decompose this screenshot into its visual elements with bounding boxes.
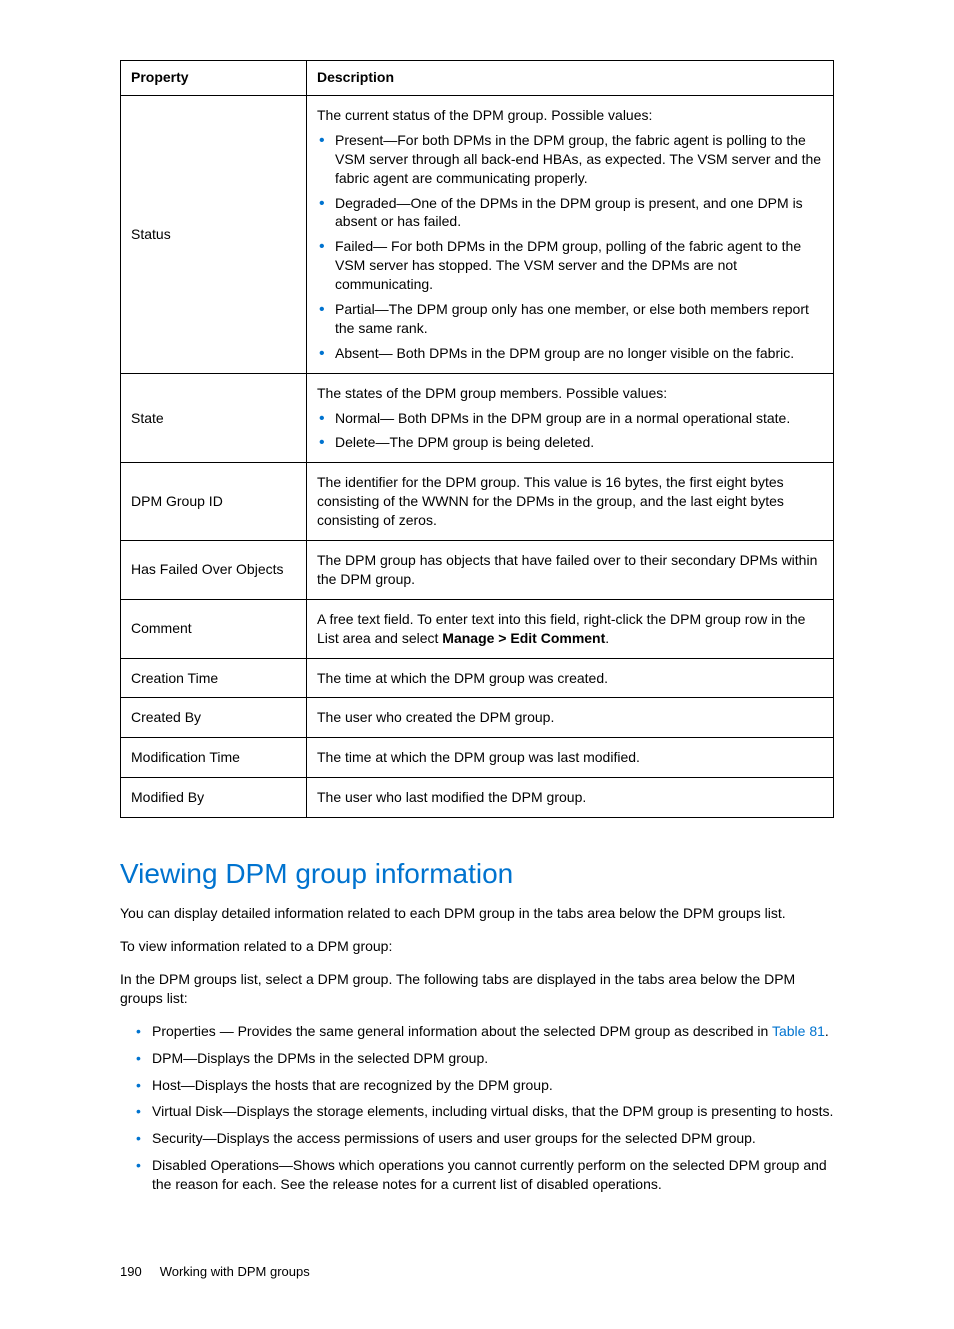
intro-text: The states of the DPM group members. Pos…	[317, 385, 667, 401]
list-item: Failed— For both DPMs in the DPM group, …	[335, 237, 823, 294]
table-row-created-by: Created By The user who created the DPM …	[121, 698, 834, 738]
prop-name: Status	[121, 96, 307, 374]
list-item: Host—Displays the hosts that are recogni…	[152, 1076, 834, 1095]
desc-bold: Manage > Edit Comment	[442, 630, 605, 646]
prop-name: Creation Time	[121, 658, 307, 698]
paragraph: In the DPM groups list, select a DPM gro…	[120, 970, 834, 1008]
list-item: Absent— Both DPMs in the DPM group are n…	[335, 344, 823, 363]
tabs-description-list: Properties — Provides the same general i…	[120, 1022, 834, 1194]
prop-desc: The identifier for the DPM group. This v…	[307, 463, 834, 541]
prop-name: Comment	[121, 599, 307, 658]
intro-text: The current status of the DPM group. Pos…	[317, 107, 652, 123]
prop-desc: The time at which the DPM group was crea…	[307, 658, 834, 698]
table-row-comment: Comment A free text field. To enter text…	[121, 599, 834, 658]
prop-desc: The DPM group has objects that have fail…	[307, 541, 834, 600]
list-item: Disabled Operations—Shows which operatio…	[152, 1156, 834, 1194]
prop-name: Has Failed Over Objects	[121, 541, 307, 600]
prop-name: State	[121, 373, 307, 463]
page-footer: 190 Working with DPM groups	[120, 1264, 834, 1279]
th-description: Description	[307, 61, 834, 96]
text: Properties — Provides the same general i…	[152, 1023, 772, 1039]
prop-desc: The states of the DPM group members. Pos…	[307, 373, 834, 463]
list-item: Delete—The DPM group is being deleted.	[335, 433, 823, 452]
paragraph: To view information related to a DPM gro…	[120, 937, 834, 956]
table-81-link[interactable]: Table 81	[772, 1023, 825, 1039]
chapter-title: Working with DPM groups	[160, 1264, 310, 1279]
list-item: Virtual Disk—Displays the storage elemen…	[152, 1102, 834, 1121]
prop-desc: A free text field. To enter text into th…	[307, 599, 834, 658]
prop-name: Modification Time	[121, 738, 307, 778]
table-row-has-failed-over: Has Failed Over Objects The DPM group ha…	[121, 541, 834, 600]
text: .	[825, 1023, 829, 1039]
table-row-modification-time: Modification Time The time at which the …	[121, 738, 834, 778]
list-item: Partial—The DPM group only has one membe…	[335, 300, 823, 338]
table-row-modified-by: Modified By The user who last modified t…	[121, 778, 834, 818]
section-heading: Viewing DPM group information	[120, 858, 834, 890]
list-item: Degraded—One of the DPMs in the DPM grou…	[335, 194, 823, 232]
list-item: DPM—Displays the DPMs in the selected DP…	[152, 1049, 834, 1068]
prop-desc: The current status of the DPM group. Pos…	[307, 96, 834, 374]
table-row-status: Status The current status of the DPM gro…	[121, 96, 834, 374]
prop-name: Modified By	[121, 778, 307, 818]
table-row-creation-time: Creation Time The time at which the DPM …	[121, 658, 834, 698]
list-item: Properties — Provides the same general i…	[152, 1022, 834, 1041]
list-item: Security—Displays the access permissions…	[152, 1129, 834, 1148]
prop-name: DPM Group ID	[121, 463, 307, 541]
page-number: 190	[120, 1264, 142, 1279]
paragraph: You can display detailed information rel…	[120, 904, 834, 923]
prop-name: Created By	[121, 698, 307, 738]
prop-desc: The user who created the DPM group.	[307, 698, 834, 738]
table-row-state: State The states of the DPM group member…	[121, 373, 834, 463]
dpm-group-properties-table: Property Description Status The current …	[120, 60, 834, 818]
desc-text: .	[605, 630, 609, 646]
th-property: Property	[121, 61, 307, 96]
list-item: Normal— Both DPMs in the DPM group are i…	[335, 409, 823, 428]
table-row-dpm-group-id: DPM Group ID The identifier for the DPM …	[121, 463, 834, 541]
list-item: Present—For both DPMs in the DPM group, …	[335, 131, 823, 188]
prop-desc: The user who last modified the DPM group…	[307, 778, 834, 818]
prop-desc: The time at which the DPM group was last…	[307, 738, 834, 778]
